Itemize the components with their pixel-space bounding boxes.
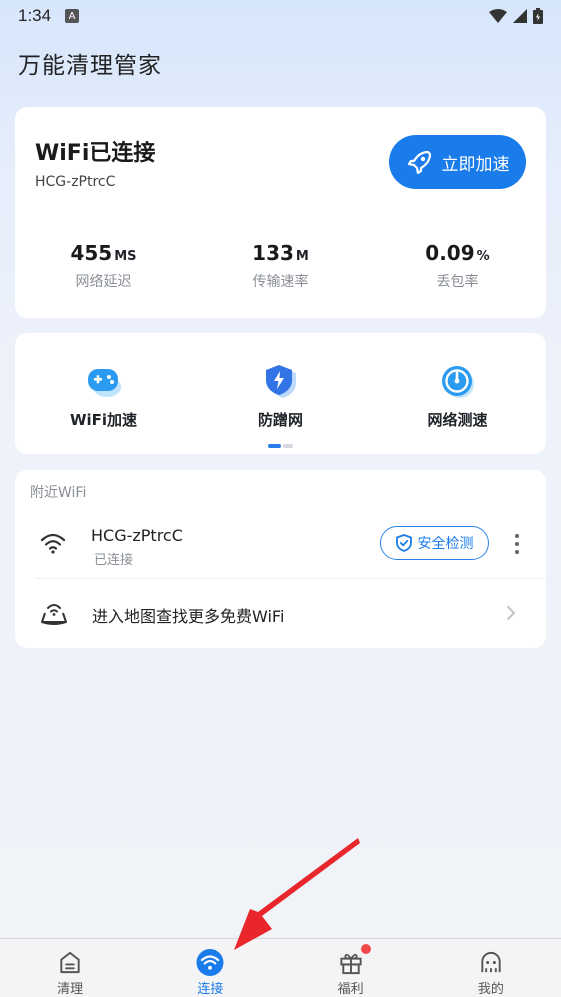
nav-clean[interactable]: 清理 — [0, 939, 140, 997]
nav-rewards[interactable]: 福利 — [281, 939, 421, 997]
tool-label: 防蹭网 — [257, 411, 303, 429]
tools-card: WiFi加速 防蹭网 网络测速 — [15, 333, 546, 454]
stat-latency: 455 MS 网络延迟 — [15, 241, 192, 291]
stat-unit: M — [295, 249, 309, 264]
tools-row: WiFi加速 防蹭网 网络测速 — [15, 363, 546, 430]
map-wifi-text: 进入地图查找更多免费WiFi — [92, 607, 285, 626]
speedometer-icon — [441, 366, 474, 398]
security-check-label: 安全检测 — [417, 536, 474, 552]
map-search-icon — [41, 604, 67, 625]
stat-label: 丢包率 — [436, 274, 479, 290]
bottom-nav: 清理 连接 福利 我的 — [0, 938, 561, 997]
tool-label: WiFi加速 — [69, 411, 138, 429]
boost-button[interactable]: 立即加速 — [389, 135, 526, 189]
tool-label: 网络测速 — [427, 411, 488, 429]
page-dot-active — [268, 444, 281, 448]
rocket-icon — [407, 150, 431, 175]
nav-profile[interactable]: 我的 — [421, 939, 561, 997]
shield-bolt-icon — [265, 365, 296, 398]
status-bar: 1:34 A — [0, 0, 561, 32]
wifi-connected-title: WiFi已连接 — [35, 141, 156, 166]
divider — [35, 578, 546, 579]
boost-label: 立即加速 — [441, 154, 510, 175]
battery-icon — [533, 8, 543, 24]
stat-packet-loss: 0.09% 丢包率 — [369, 241, 546, 291]
gift-icon — [340, 953, 362, 975]
nav-label: 福利 — [337, 982, 364, 997]
status-icons — [489, 8, 543, 24]
more-options-icon[interactable] — [510, 530, 524, 558]
cell-signal-icon — [513, 9, 527, 23]
stat-unit: % — [476, 249, 490, 264]
app-title: 万能清理管家 — [18, 53, 162, 79]
nav-label: 连接 — [197, 982, 224, 997]
wifi-icon — [196, 949, 224, 976]
tool-wifi-boost[interactable]: WiFi加速 — [15, 363, 192, 430]
map-wifi-row[interactable]: 进入地图查找更多免费WiFi — [15, 580, 546, 646]
nav-label: 我的 — [477, 982, 504, 997]
tool-anti-leech[interactable]: 防蹭网 — [192, 363, 369, 430]
wifi-network-name: HCG-zPtrcC — [91, 526, 183, 545]
stat-label: 网络延迟 — [75, 274, 132, 290]
gamepad-icon — [87, 369, 121, 397]
wifi-ssid: HCG-zPtrcC — [35, 174, 116, 190]
wifi-icon — [40, 533, 66, 554]
nav-connect[interactable]: 连接 — [140, 939, 280, 997]
profile-icon — [481, 951, 501, 973]
network-stats: 455 MS 网络延迟 133 M 传输速率 0.09% 丢包率 — [15, 241, 546, 291]
stat-speed: 133 M 传输速率 — [192, 241, 369, 291]
tool-speed-test[interactable]: 网络测速 — [369, 363, 546, 430]
shield-check-icon — [395, 534, 412, 552]
stat-label: 传输速率 — [252, 274, 309, 290]
stat-unit: MS — [114, 249, 137, 264]
stat-value: 0.09 — [425, 241, 475, 265]
nearby-wifi-card: 附近WiFi HCG-zPtrcC 已连接 安全检测 进入地图查找更多免费WiF — [15, 470, 546, 648]
wifi-network-row[interactable]: HCG-zPtrcC 已连接 安全检测 — [15, 510, 546, 578]
wifi-status-card: WiFi已连接 HCG-zPtrcC 立即加速 455 MS 网络延迟 133 M … — [15, 107, 546, 318]
status-time: 1:34 — [18, 6, 52, 25]
stat-value: 455 — [70, 241, 113, 265]
page-dot — [283, 444, 293, 448]
notification-badge — [360, 944, 371, 954]
nav-label: 清理 — [57, 982, 84, 997]
security-check-button[interactable]: 安全检测 — [380, 526, 489, 560]
nearby-wifi-title: 附近WiFi — [30, 485, 87, 501]
page-indicator — [268, 444, 293, 448]
chevron-right-icon — [507, 606, 515, 620]
stat-value: 133 — [252, 241, 294, 265]
notification-a-icon: A — [65, 9, 80, 23]
wifi-network-status: 已连接 — [94, 553, 134, 568]
clean-icon — [60, 951, 80, 974]
wifi-signal-icon — [489, 9, 507, 23]
